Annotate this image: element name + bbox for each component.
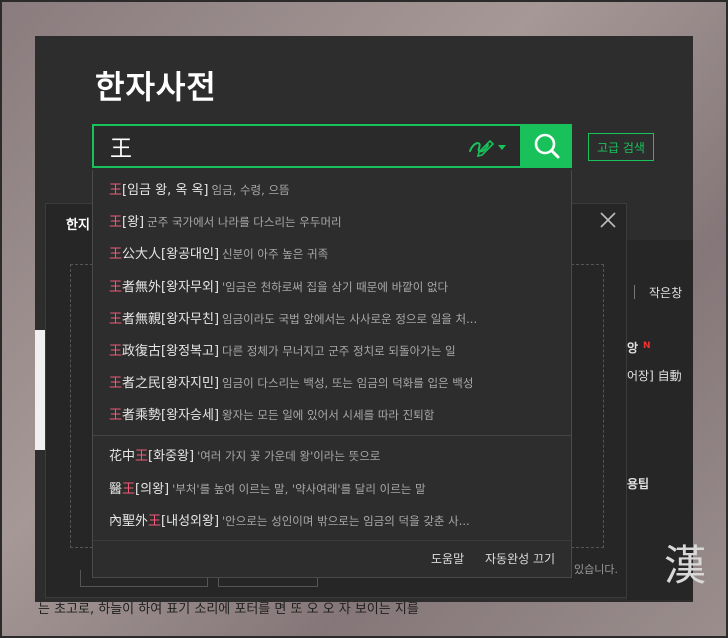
autocomplete-suggestion[interactable]: 王者無親[왕자무친] 임금이라도 국법 앞에서는 사사로운 정으로 일을 처... xyxy=(109,308,561,330)
page-title: 한자사전 xyxy=(95,68,217,106)
advanced-search-button[interactable]: 고급 검색 xyxy=(588,133,654,161)
suggestion-reading: [왕] xyxy=(122,215,145,231)
suggestion-suffix: 者無外 xyxy=(122,279,162,295)
small-window-link[interactable]: 작은창 xyxy=(649,284,682,301)
hanja-large-char: 漢 xyxy=(664,541,707,590)
suggestion-description: 군주 국가에서 나라를 다스리는 우두머리 xyxy=(147,215,342,230)
help-link[interactable]: 도움말 xyxy=(431,550,464,567)
suggestion-reading: [의왕] xyxy=(135,481,170,497)
suggestion-description: 신분이 아주 높은 귀족 xyxy=(222,247,329,262)
autocomplete-suggestion[interactable]: 內聖外王[내성외왕] '안으로는 성인이며 밖으로는 임금의 덕을 갖춘 사... xyxy=(109,510,561,532)
suggestion-highlight: 王 xyxy=(109,215,123,231)
autocomplete-suggestion[interactable]: 王者之民[왕자지민] 임금이 다스리는 백성, 또는 임금의 덕화를 입은 백성 xyxy=(109,372,561,394)
page-bottom-text: 는 초고로, 하늘이 하여 표기 소리에 포터를 면 또 오 오 자 보이는 지… xyxy=(38,602,419,617)
suggestion-highlight: 王 xyxy=(109,408,123,424)
suggestion-reading: [내성외왕] xyxy=(161,514,220,529)
suggestion-reading: [임금 왕, 옥 옥] xyxy=(122,183,209,198)
suggestion-description: '임금은 천하로써 집을 삼기 때문에 바깥이 없다 xyxy=(222,279,449,294)
suggestion-description: '안으로는 성인이며 밖으로는 임금의 덕을 갖춘 사... xyxy=(222,514,470,528)
divider xyxy=(93,540,571,541)
suggestion-description: 임금이 다스리는 백성, 또는 임금의 덕화를 입은 백성 xyxy=(222,376,474,391)
new-badge: N xyxy=(643,341,651,351)
suggestion-highlight: 王 xyxy=(135,449,149,464)
autocomplete-suggestion[interactable]: 醫王[의왕] '부처'를 높여 이르는 말, '약사여래'를 달리 이르는 말 xyxy=(109,478,561,500)
suggestion-highlight: 王 xyxy=(122,481,136,497)
suggestion-suffix: 政復古 xyxy=(122,344,162,359)
suggestion-reading: [왕정복고] xyxy=(161,344,220,359)
search-icon xyxy=(534,133,560,159)
suggestion-reading: [왕자지민] xyxy=(161,376,220,392)
divider xyxy=(93,435,571,436)
peek-line: 어장] 自動 xyxy=(627,369,682,383)
peek-tip: 용팁 xyxy=(627,477,650,491)
autocomplete-off-link[interactable]: 자동완성 끄기 xyxy=(485,550,555,567)
suggestion-description: 다른 정체가 무너지고 군주 정치로 되돌아가는 일 xyxy=(222,344,456,358)
suggestion-reading: [왕자승세] xyxy=(161,408,220,424)
suggestion-prefix: 花中 xyxy=(109,449,136,464)
search-box xyxy=(92,124,522,168)
autocomplete-suggestion[interactable]: 王公大人[왕공대인] 신분이 아주 높은 귀족 xyxy=(109,243,561,265)
suggestion-suffix: 公大人 xyxy=(122,247,162,263)
suggestion-reading: [왕공대인] xyxy=(161,247,220,263)
suggestion-highlight: 王 xyxy=(109,311,123,327)
suggestion-highlight: 王 xyxy=(109,376,123,392)
suggestion-highlight: 王 xyxy=(109,279,123,295)
autocomplete-suggestion[interactable]: 花中王[화중왕] '여러 가지 꽃 가운데 왕'이라는 뜻으로 xyxy=(109,445,561,467)
suggestion-description: '부처'를 높여 이르는 말, '약사여래'를 달리 이르는 말 xyxy=(172,481,426,496)
background-popup-title: 한지 xyxy=(66,218,90,233)
side-strip xyxy=(35,330,45,450)
suggestion-suffix: 者之民 xyxy=(122,376,162,392)
suggestion-description: 임금, 수령, 으뜸 xyxy=(211,183,290,197)
handwriting-icon[interactable] xyxy=(466,136,510,158)
suggestion-description: 임금이라도 국법 앞에서는 사사로운 정으로 일을 처... xyxy=(222,311,478,326)
suggestion-prefix: 內聖外 xyxy=(109,514,149,529)
suggestion-suffix: 者乘勢 xyxy=(122,408,162,424)
close-icon[interactable] xyxy=(598,210,618,230)
autocomplete-suggestion[interactable]: 王[왕] 군주 국가에서 나라를 다스리는 우두머리 xyxy=(109,211,561,233)
autocomplete-suggestion[interactable]: 王者無外[왕자무외] '임금은 천하로써 집을 삼기 때문에 바깥이 없다 xyxy=(109,276,561,298)
suggestion-highlight: 王 xyxy=(109,344,123,359)
suggestion-highlight: 王 xyxy=(109,183,123,198)
autocomplete-dropdown: 王[임금 왕, 옥 옥] 임금, 수령, 으뜸 王[왕] 군주 국가에서 나라를 다스… xyxy=(92,170,572,578)
separator xyxy=(634,285,635,299)
suggestion-highlight: 王 xyxy=(148,514,162,529)
suggestion-reading: [왕자무친] xyxy=(161,311,220,327)
suggestion-description: '여러 가지 꽃 가운데 왕'이라는 뜻으로 xyxy=(197,449,381,463)
autocomplete-suggestion[interactable]: 王者乘勢[왕자승세] 왕자는 모든 일에 있어서 시세를 따라 진퇴함 xyxy=(109,404,561,426)
search-input[interactable] xyxy=(108,131,452,163)
suggestion-prefix: 醫 xyxy=(109,481,123,497)
suggestion-reading: [왕자무외] xyxy=(161,279,220,295)
suggestion-reading: [화중왕] xyxy=(148,449,195,464)
suggestion-suffix: 者無親 xyxy=(122,311,162,327)
search-button[interactable] xyxy=(522,124,572,168)
suggestion-highlight: 王 xyxy=(109,247,123,263)
peek-word: 앙 xyxy=(627,341,639,355)
suggestion-description: 왕자는 모든 일에 있어서 시세를 따라 진퇴함 xyxy=(222,408,435,423)
chevron-down-icon xyxy=(498,145,506,150)
autocomplete-suggestion[interactable]: 王[임금 왕, 옥 옥] 임금, 수령, 으뜸 xyxy=(109,179,561,201)
autocomplete-suggestion[interactable]: 王政復古[왕정복고] 다른 정체가 무너지고 군주 정치로 되돌아가는 일 xyxy=(109,340,561,362)
background-popup-footer: 있습니다. xyxy=(574,563,618,576)
